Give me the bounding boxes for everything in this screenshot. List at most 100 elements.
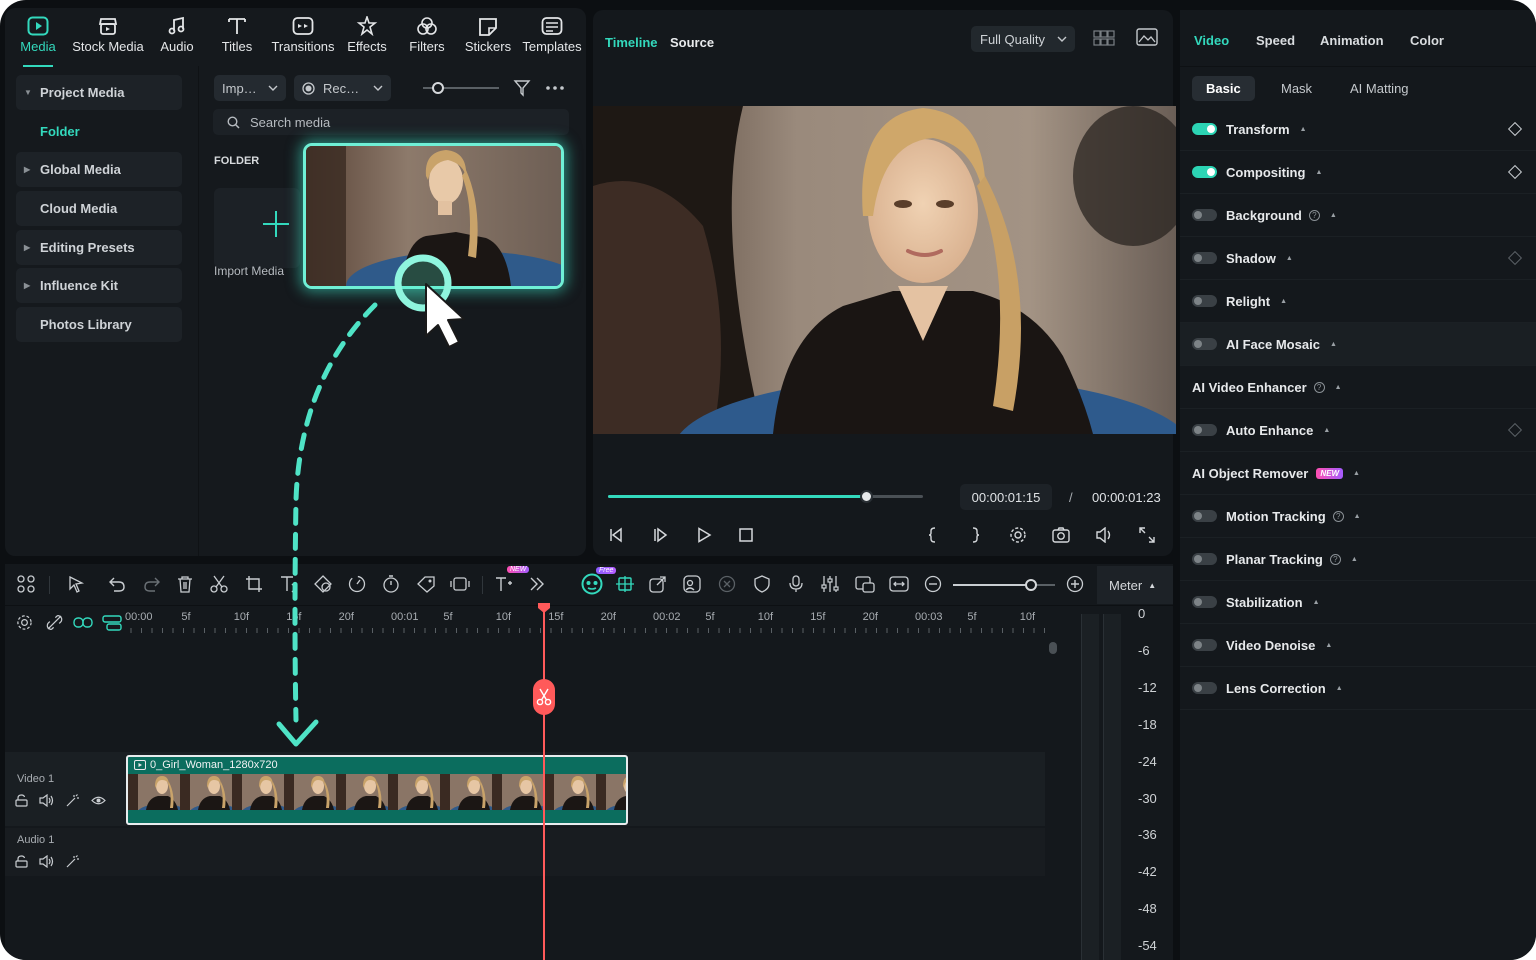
tab-templates[interactable]: Templates [521, 16, 583, 66]
tab-transitions[interactable]: Transitions [269, 16, 337, 66]
property-row-relight[interactable]: Relight ▲ [1180, 280, 1536, 323]
subtab-ai-matting[interactable]: AI Matting [1336, 76, 1423, 101]
shape-mask-icon[interactable] [314, 575, 332, 593]
keyframe-diamond-icon[interactable] [1507, 422, 1523, 438]
keyframe-tag-icon[interactable] [416, 575, 436, 593]
property-row-video-denoise[interactable]: Video Denoise ▲ [1180, 624, 1536, 667]
property-row-compositing[interactable]: Compositing ▲ [1180, 151, 1536, 194]
toggle-switch[interactable] [1192, 123, 1217, 135]
collapse-caret-icon[interactable]: ▲ [1325, 642, 1332, 649]
keyframe-diamond-icon[interactable] [1507, 121, 1523, 137]
auto-reframe-icon[interactable] [615, 575, 635, 593]
collapse-caret-icon[interactable]: ▲ [1353, 470, 1360, 477]
collapse-caret-icon[interactable]: ▲ [1330, 212, 1337, 219]
zoom-slider-knob[interactable] [1025, 579, 1037, 591]
help-icon[interactable]: ? [1329, 553, 1341, 565]
quality-dropdown[interactable]: Full Quality [971, 26, 1075, 52]
property-row-planar-tracking[interactable]: Planar Tracking? ▲ [1180, 538, 1536, 581]
import-dropdown[interactable]: Imp… [214, 75, 286, 101]
tab-filters[interactable]: Filters [407, 16, 447, 66]
property-row-ai-face-mosaic[interactable]: AI Face Mosaic ▲ [1180, 323, 1536, 366]
layout-grid-icon[interactable] [17, 575, 35, 593]
collapse-caret-icon[interactable]: ▲ [1330, 341, 1337, 348]
unlink-icon[interactable] [46, 614, 63, 631]
magic-wand-icon[interactable] [65, 794, 79, 808]
collapse-caret-icon[interactable]: ▲ [1336, 685, 1343, 692]
collapse-caret-icon[interactable]: ▲ [1300, 126, 1307, 133]
toggle-switch[interactable] [1192, 639, 1217, 651]
sidebar-item-project-media[interactable]: ▼ Project Media [16, 75, 182, 110]
help-icon[interactable]: ? [1308, 209, 1320, 221]
timeline-vertical-scrollbar[interactable] [1048, 642, 1058, 960]
tab-timeline[interactable]: Timeline [605, 35, 658, 50]
sidebar-item-editing-presets[interactable]: ▶ Editing Presets [16, 230, 182, 265]
ai-text-icon[interactable] [494, 575, 514, 593]
sidebar-item-folder[interactable]: Folder [16, 114, 182, 149]
tab-stock-media[interactable]: Stock Media [71, 16, 145, 66]
sidebar-item-cloud-media[interactable]: Cloud Media [16, 191, 182, 226]
camera-snapshot-icon[interactable] [1052, 527, 1070, 543]
export-share-icon[interactable] [649, 575, 667, 593]
color-match-icon[interactable] [718, 575, 736, 593]
lock-icon[interactable] [15, 794, 28, 807]
speed-ramp-icon[interactable] [348, 575, 366, 593]
subtab-mask[interactable]: Mask [1267, 76, 1326, 101]
help-icon[interactable]: ? [1313, 381, 1325, 393]
mark-out-icon[interactable] [971, 527, 981, 543]
text-tool-icon[interactable] [279, 575, 297, 593]
search-media-field[interactable]: Search media [213, 109, 569, 135]
tab-effects[interactable]: Effects [345, 16, 389, 66]
snapshot-image-icon[interactable] [1136, 28, 1158, 46]
timeline-zoom-slider[interactable] [953, 579, 1055, 591]
collapse-caret-icon[interactable]: ▲ [1286, 255, 1293, 262]
fullscreen-icon[interactable] [1139, 527, 1155, 543]
sidebar-item-influence-kit[interactable]: ▶ Influence Kit [16, 268, 182, 303]
tab-titles[interactable]: Titles [217, 16, 257, 66]
undo-icon[interactable] [108, 575, 126, 593]
tab-color[interactable]: Color [1410, 33, 1444, 48]
zoom-in-icon[interactable] [1066, 575, 1084, 593]
sidebar-item-photos-library[interactable]: Photos Library [16, 307, 182, 342]
property-row-ai-object-remover[interactable]: AI Object Remover NEW ▲ [1180, 452, 1536, 495]
video-clip[interactable]: 0_Girl_Woman_1280x720 [126, 755, 628, 825]
audio-mixer-icon[interactable] [821, 575, 839, 593]
face-edit-icon[interactable] [683, 575, 701, 593]
delete-trash-icon[interactable] [176, 575, 194, 593]
collapse-caret-icon[interactable]: ▲ [1315, 169, 1322, 176]
slider-knob[interactable] [432, 82, 445, 94]
filter-funnel-icon[interactable] [513, 79, 531, 97]
more-tools-chevron-icon[interactable] [529, 575, 545, 593]
toggle-switch[interactable] [1192, 338, 1217, 350]
time-ruler[interactable]: 00:00 5f 10f 15f 20f 00:01 5f 10f 15f 20f 00:02 5f 1… [125, 606, 1050, 636]
tab-speed[interactable]: Speed [1256, 33, 1295, 48]
property-row-ai-video-enhancer[interactable]: AI Video Enhancer? ▲ [1180, 366, 1536, 409]
toggle-switch[interactable] [1192, 424, 1217, 436]
property-row-motion-tracking[interactable]: Motion Tracking? ▲ [1180, 495, 1536, 538]
track-volume-icon[interactable] [39, 794, 54, 807]
scrollbar-thumb[interactable] [1049, 642, 1057, 654]
toggle-switch[interactable] [1192, 209, 1217, 221]
thumbnail-size-slider[interactable] [423, 82, 499, 94]
fit-timeline-icon[interactable] [889, 575, 909, 593]
playback-progress[interactable] [608, 490, 923, 503]
ai-copilot-robot-icon[interactable] [581, 573, 603, 595]
grid-layout-icon[interactable] [1093, 30, 1115, 46]
tab-stickers[interactable]: Stickers [463, 16, 513, 66]
tab-media[interactable]: Media [17, 16, 59, 67]
record-dropdown[interactable]: Rec… [294, 75, 391, 101]
sidebar-item-global-media[interactable]: ▶ Global Media [16, 152, 182, 187]
timer-duration-icon[interactable] [382, 575, 400, 593]
shield-icon[interactable] [753, 575, 771, 593]
tab-animation[interactable]: Animation [1320, 33, 1384, 48]
picture-in-picture-icon[interactable] [855, 575, 875, 593]
stabilize-frame-icon[interactable] [450, 575, 470, 593]
split-at-playhead-button[interactable] [533, 679, 555, 715]
property-row-shadow[interactable]: Shadow ▲ [1180, 237, 1536, 280]
property-row-stabilization[interactable]: Stabilization ▲ [1180, 581, 1536, 624]
collapse-caret-icon[interactable]: ▲ [1313, 599, 1320, 606]
toggle-switch[interactable] [1192, 510, 1217, 522]
tab-source[interactable]: Source [670, 35, 714, 50]
toggle-switch[interactable] [1192, 295, 1217, 307]
settings-gear-icon[interactable] [1009, 526, 1027, 544]
toggle-switch[interactable] [1192, 596, 1217, 608]
